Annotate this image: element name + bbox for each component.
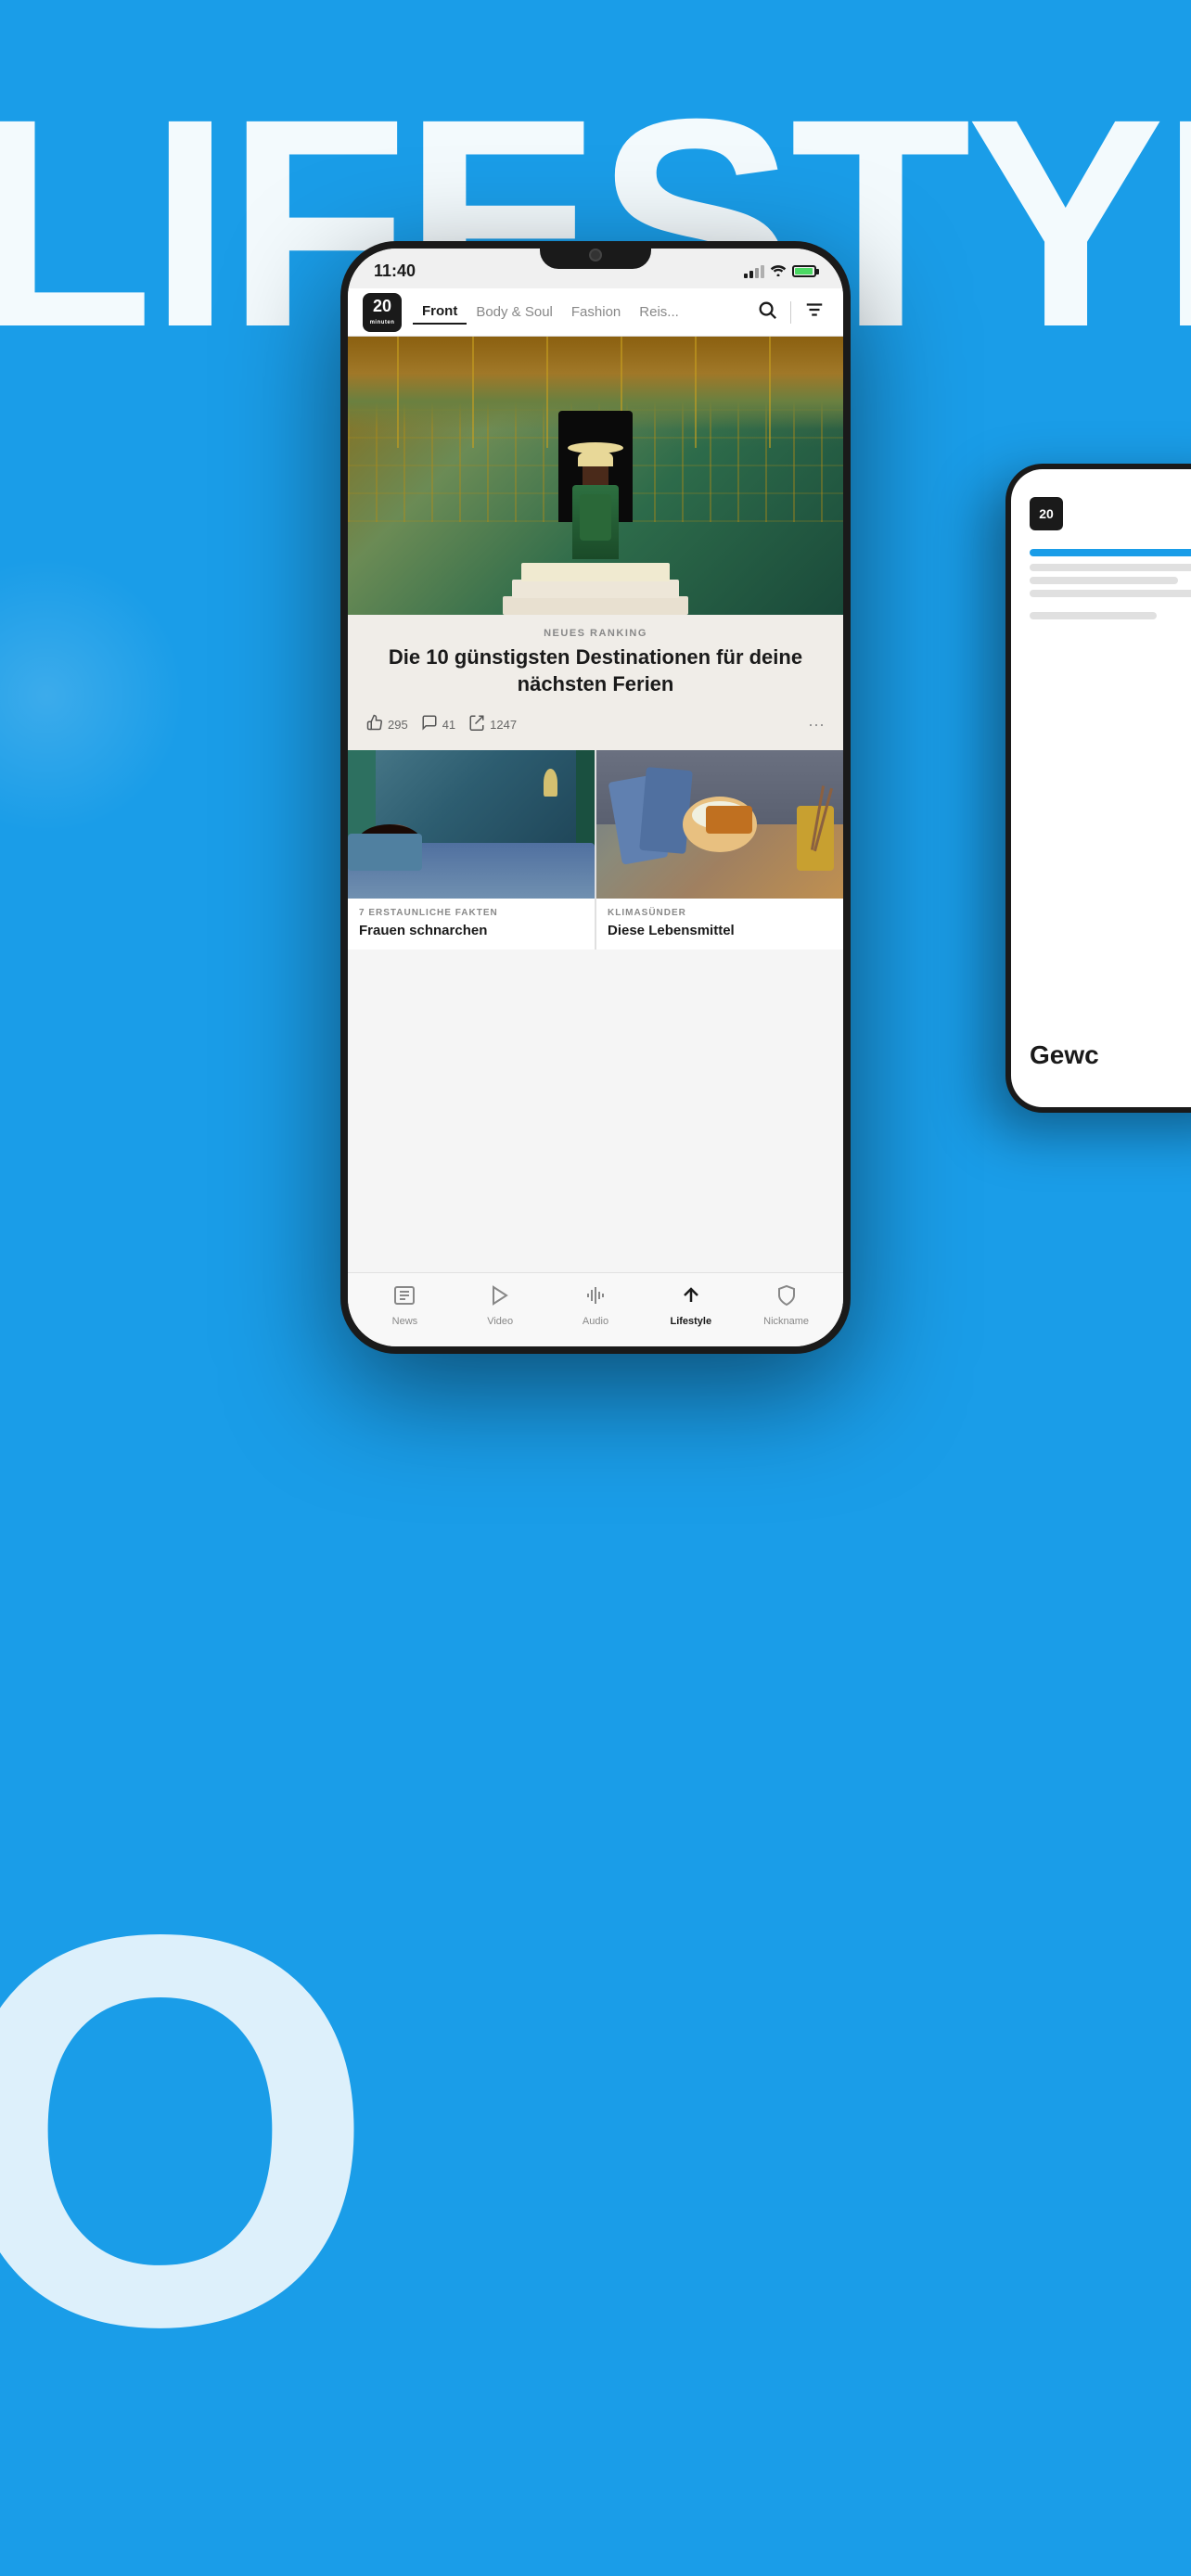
tab-lifestyle-label: Lifestyle	[670, 1316, 711, 1327]
lifestyle-icon	[680, 1284, 702, 1312]
video-icon	[489, 1284, 511, 1312]
card-sleeping-content: 7 ERSTAUNLICHE FAKTEN Frauen schnarchen	[348, 899, 595, 950]
audio-icon	[584, 1284, 607, 1312]
tab-audio-label: Audio	[583, 1316, 608, 1327]
phone-screen: 11:40	[348, 249, 843, 1346]
cards-grid: 7 ERSTAUNLICHE FAKTEN Frauen schnarchen	[348, 750, 843, 950]
comments-count: 41	[442, 718, 455, 732]
tab-nickname[interactable]: Nickname	[738, 1279, 834, 1333]
likes-count: 295	[388, 718, 408, 732]
like-icon	[366, 714, 383, 735]
right-text-line-3	[1030, 590, 1191, 597]
card-food-content: KLIMASÜNDER Diese Lebensmittel	[596, 899, 843, 950]
tab-video-label: Video	[487, 1316, 513, 1327]
card-sleeping-label: 7 ERSTAUNLICHE FAKTEN	[359, 908, 583, 918]
nickname-icon	[775, 1284, 798, 1312]
card-sleeping-title: Frauen schnarchen	[359, 922, 583, 940]
right-logo-text: 20	[1039, 506, 1054, 521]
tab-front[interactable]: Front	[413, 300, 467, 325]
shares-count: 1247	[490, 718, 517, 732]
news-icon	[393, 1284, 416, 1312]
temple-steps	[503, 559, 688, 615]
temple-pillar-1	[397, 337, 399, 448]
temple-pillar-3	[546, 337, 548, 448]
tab-lifestyle[interactable]: Lifestyle	[643, 1279, 738, 1333]
hero-image[interactable]	[348, 337, 843, 615]
right-logo: 20	[1030, 497, 1191, 530]
more-options-button[interactable]: ···	[808, 715, 825, 734]
status-time: 11:40	[374, 261, 416, 281]
right-blue-bar-1	[1030, 549, 1191, 556]
hero-label: NEUES RANKING	[366, 628, 825, 639]
food-image-bg	[596, 750, 843, 899]
tab-reisen[interactable]: Reis...	[630, 300, 688, 324]
share-icon	[468, 714, 485, 735]
nav-tabs: Front Body & Soul Fashion Reis...	[413, 300, 753, 325]
temple-pillar-6	[769, 337, 771, 448]
right-more-content	[1030, 612, 1191, 619]
right-text-line-1	[1030, 564, 1191, 571]
shares-stat[interactable]: 1247	[468, 714, 517, 735]
logo-number: 20	[370, 298, 395, 316]
nav-divider	[790, 301, 791, 324]
card-food-image	[596, 750, 843, 899]
card-food[interactable]: KLIMASÜNDER Diese Lebensmittel	[596, 750, 843, 950]
camera-dot	[589, 249, 602, 261]
right-text-lines	[1030, 564, 1191, 597]
signal-bars-icon	[744, 265, 764, 278]
nav-actions	[753, 296, 828, 329]
tab-video[interactable]: Video	[453, 1279, 548, 1333]
right-gray-bar	[1030, 612, 1157, 619]
tab-body-soul[interactable]: Body & Soul	[467, 300, 562, 324]
nav-bar: 20 minuten Front Body & Soul Fashion Rei…	[348, 288, 843, 337]
comment-icon	[421, 714, 438, 735]
comments-stat[interactable]: 41	[421, 714, 455, 735]
app-logo[interactable]: 20 minuten	[363, 293, 402, 332]
tab-news-label: News	[392, 1316, 418, 1327]
tab-news[interactable]: News	[357, 1279, 453, 1333]
bottom-tab-bar: News Video	[348, 1272, 843, 1346]
filter-icon[interactable]	[800, 296, 828, 329]
main-phone-wrapper: 11:40	[340, 241, 851, 1354]
main-phone: 11:40	[340, 241, 851, 1354]
right-phone-screen: 20 Gewc	[1011, 469, 1191, 1107]
hero-person	[568, 442, 623, 559]
status-icons	[744, 263, 817, 279]
wifi-icon	[770, 263, 787, 279]
card-sleeping[interactable]: 7 ERSTAUNLICHE FAKTEN Frauen schnarchen	[348, 750, 595, 950]
sleeping-image-bg	[348, 750, 595, 899]
tab-audio[interactable]: Audio	[548, 1279, 644, 1333]
card-food-title: Diese Lebensmittel	[608, 922, 832, 940]
right-screen-content: 20 Gewc	[1011, 469, 1191, 655]
tab-nickname-label: Nickname	[763, 1316, 809, 1327]
right-phone-gewc-text: Gewc	[1030, 1040, 1099, 1070]
battery-icon	[792, 265, 817, 277]
likes-stat[interactable]: 295	[366, 714, 408, 735]
logo-sub: minuten	[370, 320, 395, 325]
search-icon[interactable]	[753, 296, 781, 329]
background-o-letter: O	[0, 1853, 378, 2409]
hero-stats: 295 41	[366, 707, 825, 741]
glow-decoration	[0, 556, 186, 835]
right-phone: 20 Gewc	[1005, 464, 1191, 1113]
tab-fashion[interactable]: Fashion	[562, 300, 630, 324]
logo-text: 20 minuten	[370, 298, 395, 326]
right-logo-box: 20	[1030, 497, 1063, 530]
card-sleeping-image	[348, 750, 595, 899]
card-food-label: KLIMASÜNDER	[608, 908, 832, 918]
temple-pillar-2	[472, 337, 474, 448]
hero-content: NEUES RANKING Die 10 günstigsten Destina…	[348, 615, 843, 750]
right-text-line-2	[1030, 577, 1178, 584]
temple-pillar-5	[695, 337, 697, 448]
hero-title[interactable]: Die 10 günstigsten Destinationen für dei…	[366, 644, 825, 697]
